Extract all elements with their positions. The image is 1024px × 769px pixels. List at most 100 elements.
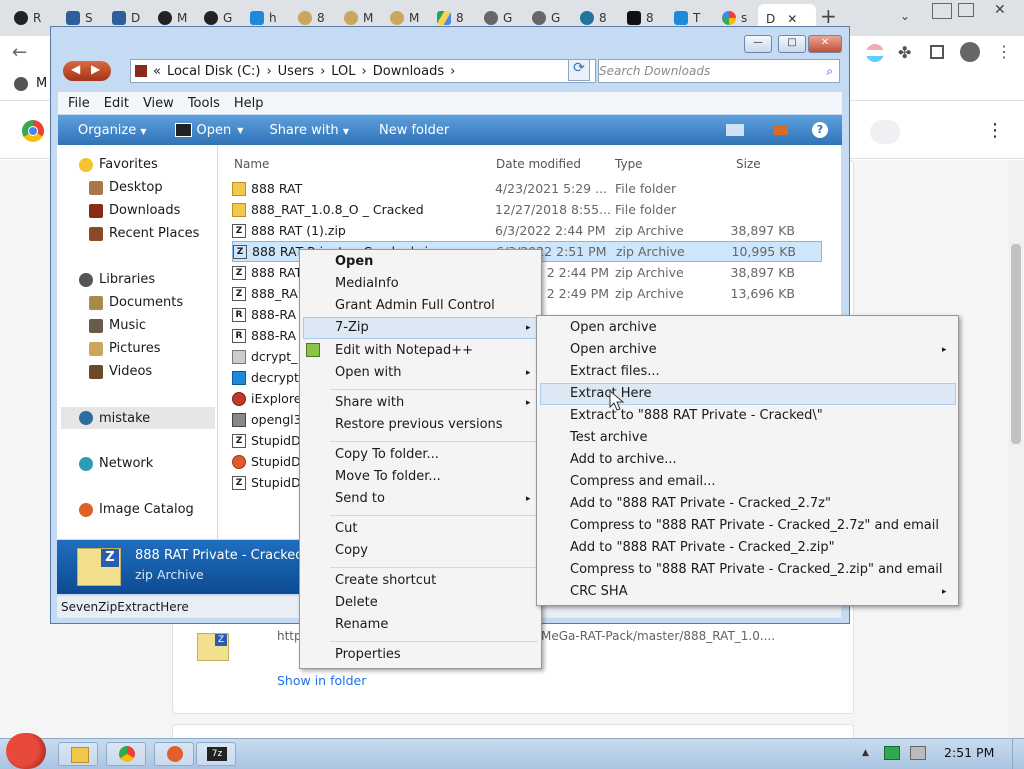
column-name[interactable]: Name bbox=[234, 157, 269, 171]
search-icon[interactable]: ⌕ bbox=[826, 64, 833, 79]
file-row[interactable]: 888_RAT_1.0.8_O _ Cracked 12/27/2018 8:55… bbox=[232, 199, 822, 220]
back-forward-buttons[interactable]: ◀ ▶ bbox=[63, 61, 111, 81]
menu-item-compress-zip-email[interactable]: Compress to "888 RAT Private - Cracked_2… bbox=[570, 562, 943, 577]
minimize-button[interactable]: — bbox=[744, 35, 772, 53]
bookmark-item[interactable]: M bbox=[36, 76, 47, 91]
menu-item-add-to-archive[interactable]: Add to archive... bbox=[570, 452, 677, 467]
change-view-icon[interactable] bbox=[726, 124, 744, 136]
menu-item-copy-to-folder[interactable]: Copy To folder... bbox=[335, 447, 439, 462]
menu-item-extract-to-folder[interactable]: Extract to "888 RAT Private - Cracked\" bbox=[570, 408, 823, 423]
forward-arrow-icon[interactable]: ▶ bbox=[91, 62, 100, 76]
menu-item-share-with[interactable]: Share with bbox=[335, 395, 404, 410]
menu-item-send-to[interactable]: Send to bbox=[335, 491, 385, 506]
column-date-modified[interactable]: Date modified bbox=[496, 157, 581, 171]
minimize-icon[interactable] bbox=[932, 3, 952, 19]
menu-icon[interactable]: ⋮ bbox=[996, 42, 1012, 61]
menu-view[interactable]: View bbox=[143, 96, 174, 111]
menu-item-open-archive-sub[interactable]: Open archive bbox=[570, 342, 657, 357]
close-tab-icon[interactable]: ✕ bbox=[787, 12, 797, 26]
menu-item-copy[interactable]: Copy bbox=[335, 543, 368, 558]
nav-downloads[interactable]: Downloads bbox=[89, 203, 180, 218]
tab-search-icon[interactable]: ⌄ bbox=[900, 9, 910, 23]
menu-item-add-to-zip[interactable]: Add to "888 RAT Private - Cracked_2.zip" bbox=[570, 540, 835, 555]
refresh-icon[interactable]: ⟳ bbox=[568, 59, 590, 81]
menu-item-compress-email[interactable]: Compress and email... bbox=[570, 474, 716, 489]
nav-desktop[interactable]: Desktop bbox=[89, 180, 163, 195]
file-row[interactable]: 888 RAT 4/23/2021 5:29 ... File folder bbox=[232, 178, 822, 199]
preview-pane-icon[interactable] bbox=[774, 125, 788, 135]
back-icon[interactable]: ← bbox=[12, 42, 27, 63]
extension-icon[interactable] bbox=[866, 44, 884, 62]
menu-item-test-archive[interactable]: Test archive bbox=[570, 430, 647, 445]
menu-item-extract-files[interactable]: Extract files... bbox=[570, 364, 660, 379]
menu-item-rename[interactable]: Rename bbox=[335, 617, 388, 632]
maximize-button[interactable]: □ bbox=[778, 35, 806, 53]
show-in-folder-link[interactable]: Show in folder bbox=[277, 673, 366, 688]
nav-videos[interactable]: Videos bbox=[89, 364, 152, 379]
taskbar-explorer[interactable] bbox=[58, 742, 98, 766]
menu-tools[interactable]: Tools bbox=[188, 96, 220, 111]
nav-documents[interactable]: Documents bbox=[89, 295, 183, 310]
taskbar-7zip[interactable]: 7z bbox=[196, 742, 236, 766]
menu-item-move-to-folder[interactable]: Move To folder... bbox=[335, 469, 441, 484]
nav-pictures[interactable]: Pictures bbox=[89, 341, 160, 356]
show-hidden-icons[interactable]: ▲ bbox=[862, 748, 869, 758]
close-window-icon[interactable]: ✕ bbox=[994, 2, 1006, 18]
breadcrumb-downloads[interactable]: Downloads bbox=[373, 64, 444, 79]
breadcrumb-sep[interactable]: › bbox=[320, 64, 325, 79]
nav-mistake[interactable]: mistake bbox=[61, 407, 215, 429]
menu-item-open-archive[interactable]: Open archive bbox=[570, 320, 657, 335]
close-button[interactable]: ✕ bbox=[808, 35, 842, 53]
nav-network[interactable]: Network bbox=[79, 456, 153, 471]
volume-tray-icon[interactable] bbox=[910, 746, 926, 760]
menu-item-add-to-7z[interactable]: Add to "888 RAT Private - Cracked_2.7z" bbox=[570, 496, 831, 511]
menu-item-delete[interactable]: Delete bbox=[335, 595, 378, 610]
more-options-icon[interactable]: ⋮ bbox=[986, 120, 1004, 141]
nav-recent-places[interactable]: Recent Places bbox=[89, 226, 199, 241]
new-folder-button[interactable]: New folder bbox=[379, 123, 449, 138]
organize-button[interactable]: Organize ▼ bbox=[78, 123, 147, 138]
back-arrow-icon[interactable]: ◀ bbox=[71, 62, 80, 76]
open-button[interactable]: Open ▼ bbox=[174, 123, 243, 138]
new-tab-button[interactable]: + bbox=[820, 4, 837, 28]
menu-edit[interactable]: Edit bbox=[104, 96, 129, 111]
share-with-button[interactable]: Share with ▼ bbox=[269, 123, 349, 138]
menu-item-compress-7z-email[interactable]: Compress to "888 RAT Private - Cracked_2… bbox=[570, 518, 939, 533]
menu-item-properties[interactable]: Properties bbox=[335, 647, 401, 662]
network-tray-icon[interactable] bbox=[884, 746, 900, 760]
breadcrumb-users[interactable]: Users bbox=[278, 64, 314, 79]
address-overflow[interactable]: « bbox=[153, 64, 161, 79]
menu-item-cut[interactable]: Cut bbox=[335, 521, 357, 536]
nav-favorites[interactable]: Favorites bbox=[79, 157, 158, 172]
breadcrumb-sep[interactable]: › bbox=[450, 64, 455, 79]
restore-icon[interactable] bbox=[958, 3, 974, 17]
menu-item-create-shortcut[interactable]: Create shortcut bbox=[335, 573, 436, 588]
column-type[interactable]: Type bbox=[615, 157, 643, 171]
address-bar[interactable]: « Local Disk (C:) › Users › LOL › Downlo… bbox=[130, 59, 596, 83]
menu-item-open-with[interactable]: Open with bbox=[335, 365, 401, 380]
taskbar-chrome[interactable] bbox=[106, 742, 146, 766]
help-icon[interactable]: ? bbox=[812, 122, 828, 138]
column-size[interactable]: Size bbox=[736, 157, 761, 171]
side-panel-icon[interactable] bbox=[930, 45, 944, 59]
breadcrumb-sep[interactable]: › bbox=[266, 64, 271, 79]
profile-icon[interactable] bbox=[960, 42, 980, 62]
nav-image-catalog[interactable]: Image Catalog bbox=[79, 502, 194, 517]
nav-libraries[interactable]: Libraries bbox=[79, 272, 155, 287]
menu-item-restore-versions[interactable]: Restore previous versions bbox=[335, 417, 503, 432]
puzzle-icon[interactable]: ✤ bbox=[898, 43, 911, 62]
menu-item-open[interactable]: Open bbox=[335, 254, 373, 269]
file-row[interactable]: Z 888 RAT (1).zip 6/3/2022 2:44 PM zip Arch… bbox=[232, 220, 822, 241]
menu-item-crc-sha[interactable]: CRC SHA bbox=[570, 584, 628, 599]
menu-item-mediainfo[interactable]: MediaInfo bbox=[335, 276, 399, 291]
search-downloads-icon[interactable] bbox=[870, 120, 900, 144]
menu-help[interactable]: Help bbox=[234, 96, 264, 111]
clock[interactable]: 2:51 PM bbox=[944, 745, 994, 760]
page-scrollbar[interactable] bbox=[1008, 160, 1024, 738]
scrollbar-thumb[interactable] bbox=[1011, 244, 1021, 444]
menu-item-edit-notepadpp[interactable]: Edit with Notepad++ bbox=[335, 343, 473, 358]
nav-music[interactable]: Music bbox=[89, 318, 146, 333]
menu-file[interactable]: File bbox=[68, 96, 90, 111]
breadcrumb-lol[interactable]: LOL bbox=[331, 64, 355, 79]
start-button[interactable] bbox=[6, 733, 46, 769]
